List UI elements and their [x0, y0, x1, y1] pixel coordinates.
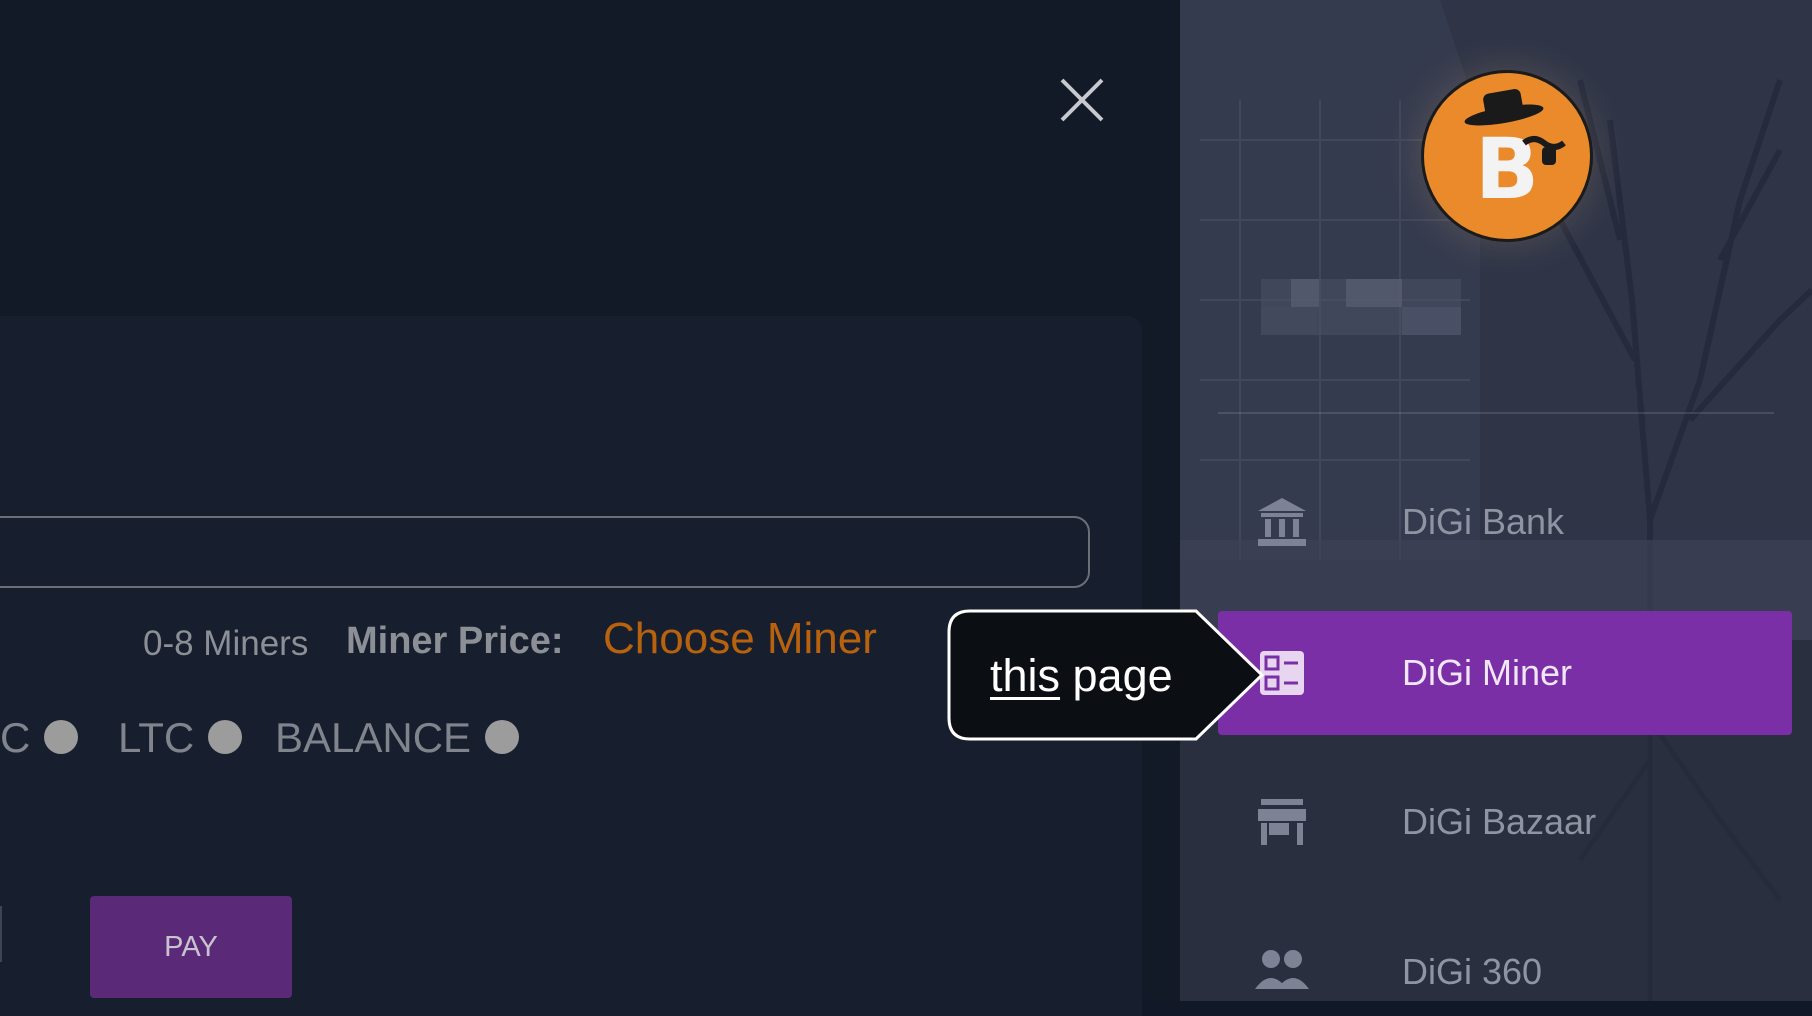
- close-icon[interactable]: [1052, 70, 1112, 130]
- sidebar-item-digi-bazaar[interactable]: DiGi Bazaar: [1218, 760, 1792, 884]
- payment-option-ltc[interactable]: LTC: [118, 714, 243, 762]
- choose-miner-link[interactable]: Choose Miner: [603, 614, 877, 664]
- svg-text:B: B: [1475, 120, 1539, 218]
- payment-option-label: C: [0, 714, 31, 761]
- pay-button[interactable]: PAY: [90, 896, 292, 998]
- radio-button[interactable]: [208, 720, 243, 754]
- sidebar-item-digi-bank[interactable]: DiGi Bank: [1218, 460, 1792, 584]
- sidebar-item-label: DiGi Bank: [1402, 501, 1565, 542]
- sidebar-divider: [1218, 412, 1774, 414]
- sidebar: B DiGi Bank DiGi Miner DiGi Bazaar DiGi …: [1180, 0, 1812, 1001]
- miner-price-label: Miner Price:: [346, 620, 564, 662]
- edge-fragment: [0, 906, 6, 962]
- username-pixelated: [1261, 279, 1461, 335]
- sidebar-item-label: DiGi Bazaar: [1402, 801, 1597, 842]
- people-icon: [1252, 942, 1312, 1001]
- miners-range-hint: 0-8 Miners: [143, 624, 309, 663]
- payment-option-btc[interactable]: C: [0, 714, 79, 762]
- sidebar-item-label: DiGi 360: [1402, 951, 1543, 992]
- annotation-text: this page: [990, 650, 1173, 702]
- payment-option-label: BALANCE: [275, 714, 472, 761]
- bitcoin-mascot-icon: B: [1427, 76, 1587, 236]
- user-avatar[interactable]: B: [1421, 70, 1593, 242]
- annotation-underlined-word: this: [990, 650, 1061, 701]
- amount-input[interactable]: [0, 516, 1090, 588]
- radio-button[interactable]: [485, 720, 520, 754]
- store-icon: [1252, 792, 1312, 852]
- annotation-rest: page: [1060, 650, 1173, 701]
- sidebar-item-label: DiGi Miner: [1402, 652, 1573, 693]
- payment-option-label: LTC: [118, 714, 195, 761]
- payment-option-balance[interactable]: BALANCE: [275, 714, 520, 762]
- bank-icon: [1252, 492, 1312, 552]
- radio-button[interactable]: [44, 720, 79, 754]
- sidebar-item-digi-miner[interactable]: DiGi Miner: [1218, 611, 1792, 735]
- sidebar-item-digi-360[interactable]: DiGi 360: [1218, 910, 1792, 1001]
